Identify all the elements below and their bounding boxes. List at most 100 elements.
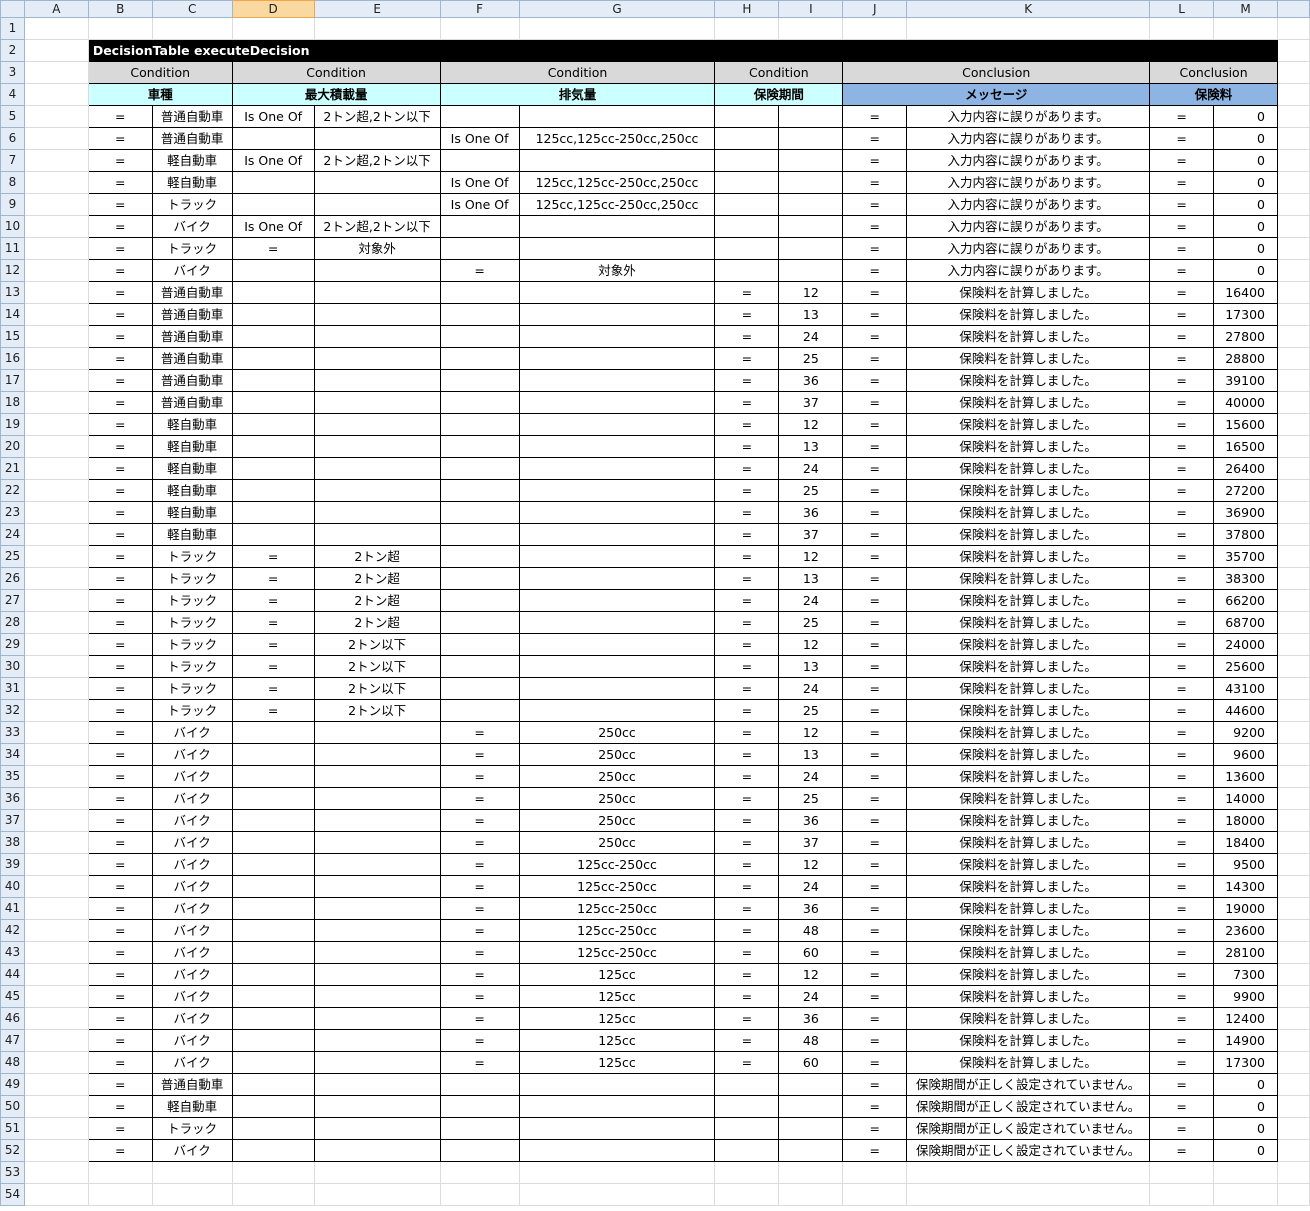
rule-cell[interactable] xyxy=(231,963,315,986)
rule-cell[interactable]: = xyxy=(87,743,153,766)
rule-cell[interactable] xyxy=(313,347,441,370)
rule-cell[interactable]: 48 xyxy=(778,1029,844,1052)
rule-cell[interactable]: = xyxy=(842,897,908,920)
empty-cell[interactable] xyxy=(23,457,89,480)
rule-cell[interactable]: = xyxy=(439,765,520,788)
rule-cell[interactable]: 保険料を計算しました。 xyxy=(906,1007,1151,1030)
empty-cell[interactable] xyxy=(23,391,89,414)
empty-cell[interactable] xyxy=(23,1029,89,1052)
rule-cell[interactable]: 12 xyxy=(778,963,844,986)
empty-cell[interactable] xyxy=(1276,83,1310,106)
rule-cell[interactable] xyxy=(518,1117,716,1140)
empty-cell[interactable] xyxy=(23,413,89,436)
rule-cell[interactable] xyxy=(439,523,520,546)
empty-cell[interactable] xyxy=(313,1183,441,1206)
rule-cell[interactable]: = xyxy=(842,457,908,480)
rule-cell[interactable] xyxy=(439,215,520,238)
rule-cell[interactable] xyxy=(439,149,520,172)
empty-cell[interactable] xyxy=(1276,479,1310,502)
empty-cell[interactable] xyxy=(231,17,315,40)
column-header[interactable]: K xyxy=(906,0,1151,18)
empty-cell[interactable] xyxy=(23,1161,89,1184)
rule-cell[interactable]: = xyxy=(714,963,780,986)
rule-cell[interactable]: バイク xyxy=(151,215,233,238)
rule-cell[interactable]: = xyxy=(1149,479,1215,502)
rule-cell[interactable]: 保険料を計算しました。 xyxy=(906,413,1151,436)
rule-cell[interactable]: 125cc xyxy=(518,963,716,986)
rule-cell[interactable] xyxy=(778,237,844,260)
rule-cell[interactable]: = xyxy=(1149,985,1215,1008)
row-header[interactable]: 5 xyxy=(0,105,25,128)
row-header[interactable]: 50 xyxy=(0,1095,25,1118)
rule-cell[interactable]: 250cc xyxy=(518,809,716,832)
rule-cell[interactable]: トラック xyxy=(151,699,233,722)
rule-cell[interactable]: 48 xyxy=(778,919,844,942)
rule-cell[interactable] xyxy=(231,743,315,766)
rule-cell[interactable]: 39100 xyxy=(1213,369,1278,392)
rule-cell[interactable]: = xyxy=(842,1007,908,1030)
empty-cell[interactable] xyxy=(23,589,89,612)
rule-cell[interactable]: = xyxy=(842,149,908,172)
rule-cell[interactable] xyxy=(231,831,315,854)
empty-cell[interactable] xyxy=(1276,941,1310,964)
rule-cell[interactable] xyxy=(231,413,315,436)
rule-cell[interactable]: = xyxy=(1149,831,1215,854)
rule-cell[interactable]: 7300 xyxy=(1213,963,1278,986)
empty-cell[interactable] xyxy=(23,1139,89,1162)
rule-cell[interactable]: = xyxy=(714,413,780,436)
empty-cell[interactable] xyxy=(23,237,89,260)
rule-cell[interactable]: = xyxy=(842,831,908,854)
rule-cell[interactable] xyxy=(231,1029,315,1052)
row-header[interactable]: 7 xyxy=(0,149,25,172)
rule-cell[interactable] xyxy=(518,545,716,568)
rule-cell[interactable] xyxy=(439,105,520,128)
rule-cell[interactable]: = xyxy=(87,501,153,524)
column-header[interactable]: E xyxy=(313,0,441,18)
rule-cell[interactable]: バイク xyxy=(151,1051,233,1074)
rule-cell[interactable] xyxy=(439,325,520,348)
rule-cell[interactable] xyxy=(518,589,716,612)
row-header[interactable]: 15 xyxy=(0,325,25,348)
rule-cell[interactable]: = xyxy=(87,1117,153,1140)
rule-cell[interactable]: バイク xyxy=(151,831,233,854)
rule-cell[interactable] xyxy=(313,501,441,524)
rule-cell[interactable]: = xyxy=(1149,1007,1215,1030)
rule-cell[interactable]: = xyxy=(842,1139,908,1162)
row-header[interactable]: 10 xyxy=(0,215,25,238)
rule-cell[interactable]: 0 xyxy=(1213,193,1278,216)
empty-cell[interactable] xyxy=(1276,1139,1310,1162)
rule-cell[interactable] xyxy=(313,721,441,744)
rule-cell[interactable]: = xyxy=(439,1007,520,1030)
empty-cell[interactable] xyxy=(1276,1051,1310,1074)
row-header[interactable]: 1 xyxy=(0,17,25,40)
rule-cell[interactable]: = xyxy=(87,215,153,238)
rule-cell[interactable]: トラック xyxy=(151,633,233,656)
rule-cell[interactable]: 保険料を計算しました。 xyxy=(906,501,1151,524)
empty-cell[interactable] xyxy=(1276,457,1310,480)
rule-cell[interactable]: 軽自動車 xyxy=(151,501,233,524)
empty-cell[interactable] xyxy=(23,721,89,744)
empty-cell[interactable] xyxy=(714,17,780,40)
rule-cell[interactable]: 入力内容に誤りがあります。 xyxy=(906,149,1151,172)
rule-cell[interactable]: = xyxy=(842,1073,908,1096)
row-header[interactable]: 9 xyxy=(0,193,25,216)
rule-cell[interactable]: = xyxy=(87,589,153,612)
rule-cell[interactable]: = xyxy=(842,699,908,722)
rule-cell[interactable]: 26400 xyxy=(1213,457,1278,480)
rule-cell[interactable] xyxy=(231,281,315,304)
rule-cell[interactable] xyxy=(518,303,716,326)
row-header[interactable]: 53 xyxy=(0,1161,25,1184)
rule-cell[interactable] xyxy=(313,259,441,282)
rule-cell[interactable]: = xyxy=(842,611,908,634)
rule-cell[interactable] xyxy=(313,457,441,480)
rule-cell[interactable]: トラック xyxy=(151,567,233,590)
rule-cell[interactable]: = xyxy=(1149,787,1215,810)
rule-cell[interactable]: = xyxy=(87,237,153,260)
rule-cell[interactable]: 40000 xyxy=(1213,391,1278,414)
rule-cell[interactable]: Is One Of xyxy=(439,171,520,194)
rule-cell[interactable]: 19000 xyxy=(1213,897,1278,920)
rule-cell[interactable] xyxy=(313,831,441,854)
rule-cell[interactable]: 2トン以下 xyxy=(313,699,441,722)
rule-cell[interactable]: 入力内容に誤りがあります。 xyxy=(906,127,1151,150)
rule-cell[interactable]: = xyxy=(87,1095,153,1118)
